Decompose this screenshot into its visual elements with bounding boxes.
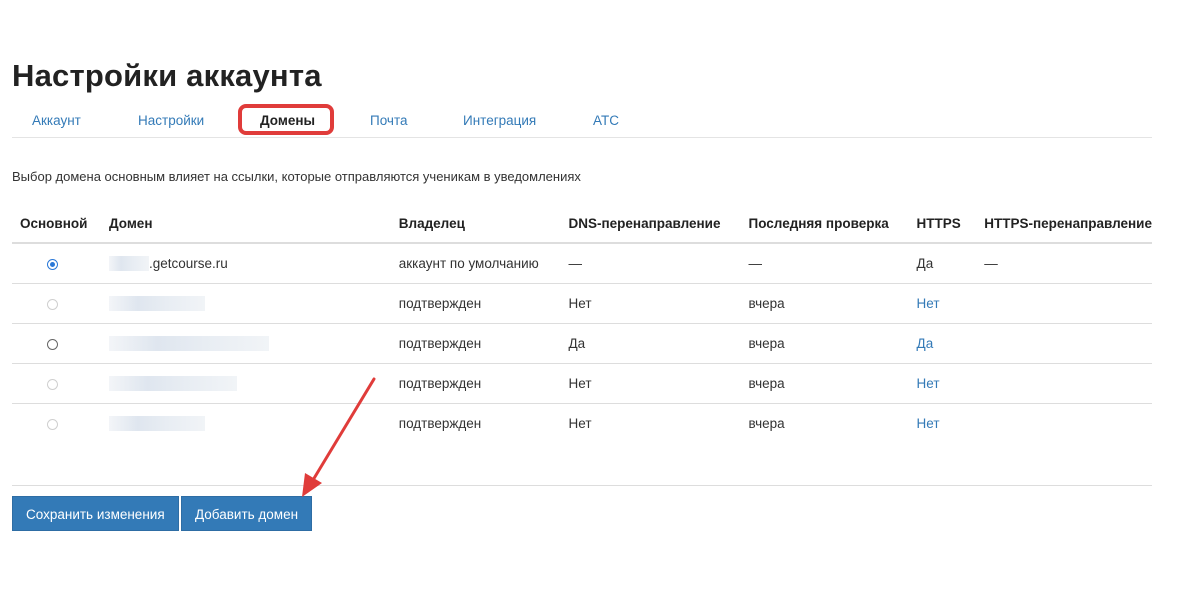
column-header-https: HTTPS [908, 205, 977, 244]
https-link[interactable]: Нет [917, 416, 940, 431]
info-text: Выбор домена основным влияет на ссылки, … [12, 169, 581, 184]
https-redirect-cell [976, 404, 1152, 444]
primary-domain-radio [47, 298, 58, 310]
domains-table: Основной Домен Владелец DNS-перенаправле… [12, 205, 1152, 443]
redacted-domain [108, 376, 237, 392]
redacted-domain [108, 296, 205, 312]
tab-account[interactable]: Аккаунт [32, 106, 81, 136]
tab-domains[interactable]: Домены [260, 106, 315, 136]
redacted-domain-prefix [108, 256, 149, 272]
tab-mail[interactable]: Почта [370, 106, 408, 136]
https-link[interactable]: Нет [917, 296, 940, 311]
column-header-https-redirect: HTTPS-перенаправление [976, 205, 1152, 244]
https-redirect-cell [976, 363, 1152, 404]
owner-cell: подтвержден [390, 283, 561, 324]
primary-domain-radio[interactable] [47, 258, 58, 270]
table-row: подтвержден Да вчера Да [12, 323, 1152, 364]
save-changes-button[interactable]: Сохранить изменения [12, 496, 179, 531]
https-link[interactable]: Нет [917, 376, 940, 391]
owner-cell: подтвержден [390, 323, 561, 364]
owner-cell: аккаунт по умолчанию [390, 243, 561, 284]
column-header-last-check: Последняя проверка [740, 205, 909, 244]
add-domain-button[interactable]: Добавить домен [181, 496, 313, 531]
annotation-arrow-icon [302, 377, 376, 497]
column-header-dns: DNS-перенаправление [560, 205, 741, 244]
primary-domain-radio [47, 418, 58, 430]
https-redirect-cell [976, 323, 1152, 364]
https-redirect-cell [976, 283, 1152, 324]
tab-settings[interactable]: Настройки [138, 106, 204, 136]
page-title: Настройки аккаунта [12, 58, 322, 93]
owner-cell: подтвержден [390, 363, 561, 404]
dns-cell: Нет [560, 283, 741, 324]
last-check-cell: — [740, 243, 909, 284]
table-row: подтвержден Нет вчера Нет [12, 363, 1152, 404]
table-header-row: Основной Домен Владелец DNS-перенаправле… [12, 205, 1152, 244]
column-header-owner: Владелец [390, 205, 561, 244]
table-row: подтвержден Нет вчера Нет [12, 283, 1152, 324]
https-redirect-cell: — [976, 243, 1152, 284]
primary-domain-radio[interactable] [47, 338, 58, 350]
domain-name: .getcourse.ru [148, 255, 228, 271]
dns-cell: Нет [560, 363, 741, 404]
dns-cell: Да [560, 323, 741, 364]
table-row: подтвержден Нет вчера Нет [12, 404, 1152, 444]
redacted-domain [108, 416, 205, 432]
table-row: .getcourse.ru аккаунт по умолчанию — — Д… [12, 243, 1152, 284]
last-check-cell: вчера [748, 416, 785, 431]
column-header-primary: Основной [12, 205, 101, 244]
owner-cell: подтвержден [398, 416, 482, 431]
redacted-domain [108, 336, 269, 352]
last-check-cell: вчера [740, 323, 909, 364]
last-check-cell: вчера [740, 363, 909, 404]
tab-pbx[interactable]: АТС [593, 106, 619, 136]
tab-integration[interactable]: Интеграция [463, 106, 536, 136]
tab-bar: Аккаунт Настройки Домены Почта Интеграци… [12, 104, 1152, 138]
https-cell: Да [908, 243, 977, 284]
dns-cell: — [560, 243, 741, 284]
primary-domain-radio [47, 378, 58, 390]
column-header-domain: Домен [100, 205, 391, 244]
dns-cell: Нет [568, 416, 592, 431]
table-divider [12, 485, 1152, 486]
last-check-cell: вчера [740, 283, 909, 324]
https-link[interactable]: Да [917, 336, 934, 351]
